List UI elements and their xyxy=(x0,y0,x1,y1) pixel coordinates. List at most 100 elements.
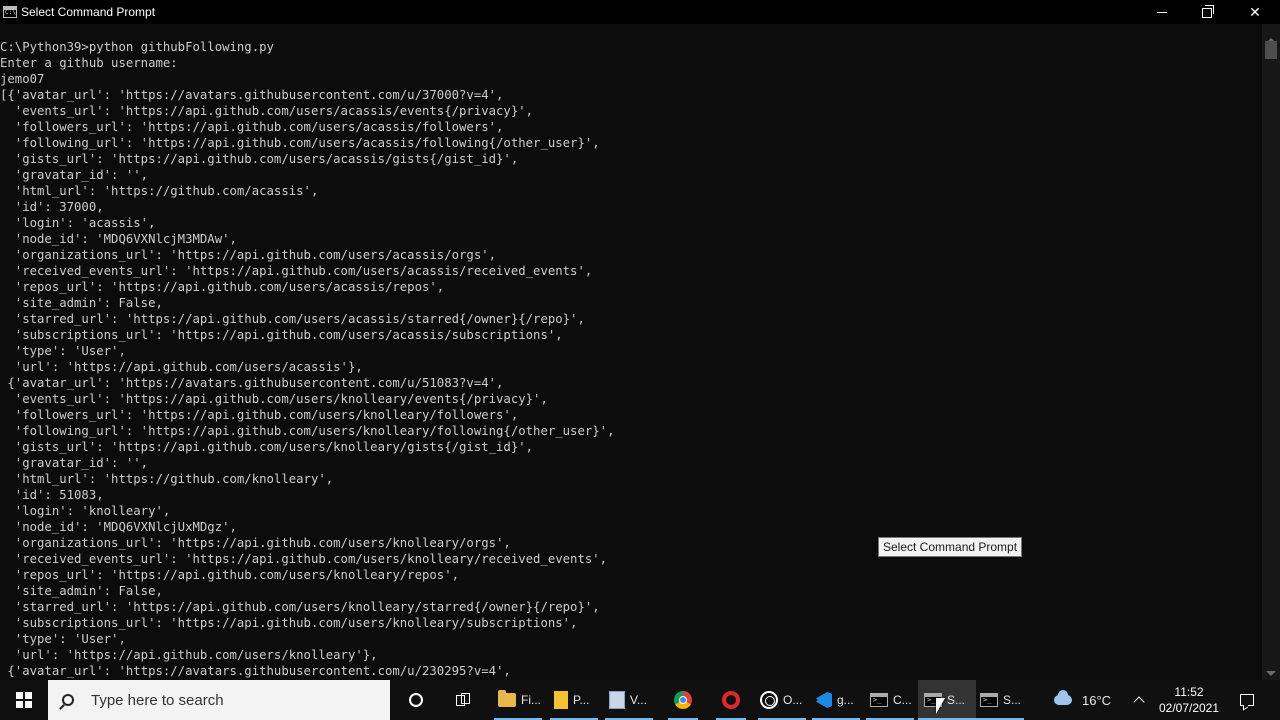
console-line: 'following_url': 'https://api.github.com… xyxy=(0,136,600,150)
console-line: 'starred_url': 'https://api.github.com/u… xyxy=(0,600,600,614)
app-label: V... xyxy=(630,693,647,707)
action-center-button[interactable] xyxy=(1236,680,1258,720)
console-line: 'gravatar_id': '', xyxy=(0,456,149,470)
start-button[interactable] xyxy=(0,680,48,720)
taskbar-app-vscode[interactable]: g... xyxy=(810,680,868,720)
title-bar[interactable]: Select Command Prompt ✕ xyxy=(0,0,1280,24)
taskbar-app-chrome[interactable] xyxy=(666,680,700,720)
clock[interactable]: 11:52 02/07/2021 xyxy=(1150,680,1228,720)
taskbar-search[interactable] xyxy=(48,680,390,720)
taskbar: Fi... P... V... O... g... C... S... xyxy=(0,680,1280,720)
console-line: 'node_id': 'MDQ6VXNlcjUxMDgz', xyxy=(0,520,237,534)
document-icon xyxy=(609,691,625,709)
console-text: C:\Python39>python githubFollowing.py Ent… xyxy=(0,39,614,679)
console-line: 'id': 51083, xyxy=(0,488,104,502)
vertical-scrollbar[interactable] xyxy=(1262,24,1280,680)
console-line: 'site_admin': False, xyxy=(0,296,163,310)
console-line: 'site_admin': False, xyxy=(0,584,163,598)
close-icon: ✕ xyxy=(1249,3,1261,20)
app-label: C... xyxy=(893,693,912,707)
console-line: 'type': 'User', xyxy=(0,632,126,646)
search-icon xyxy=(62,694,74,706)
app-label: S... xyxy=(947,693,966,707)
taskbar-app-v[interactable]: V... xyxy=(603,680,661,720)
taskbar-app-p[interactable]: P... xyxy=(548,680,606,720)
console-line: 'login': 'knolleary', xyxy=(0,504,171,518)
console-line: 'html_url': 'https://github.com/knollear… xyxy=(0,472,334,486)
console-line: {'avatar_url': 'https://avatars.githubus… xyxy=(0,376,504,390)
console-line: 'node_id': 'MDQ6VXNlcjM3MDAw', xyxy=(0,232,237,246)
opera-icon xyxy=(722,691,740,709)
windows-logo-icon xyxy=(16,692,32,708)
taskbar-app-cmd-1[interactable]: C... xyxy=(864,680,922,720)
cmd-icon xyxy=(3,6,17,18)
console-line: [{'avatar_url': 'https://avatars.githubu… xyxy=(0,88,504,102)
file-icon xyxy=(554,691,568,709)
console-line: 'url': 'https://api.github.com/users/aca… xyxy=(0,360,363,374)
vscode-icon xyxy=(816,692,832,708)
task-view-button[interactable] xyxy=(452,680,474,720)
notification-icon xyxy=(1240,694,1254,706)
show-hidden-icons-button[interactable] xyxy=(1130,680,1148,720)
console-line: jemo07 xyxy=(0,72,45,86)
weather-temp: 16°C xyxy=(1082,692,1112,708)
search-input[interactable] xyxy=(89,690,383,710)
task-view-icon xyxy=(456,693,470,707)
clock-time: 11:52 xyxy=(1174,685,1204,699)
scroll-down-icon[interactable] xyxy=(1266,671,1276,676)
console-line: 'followers_url': 'https://api.github.com… xyxy=(0,408,519,422)
console-line: 'repos_url': 'https://api.github.com/use… xyxy=(0,568,460,582)
taskbar-app-obs[interactable]: O... xyxy=(756,680,812,720)
restore-button[interactable] xyxy=(1185,0,1231,24)
chevron-up-icon xyxy=(1133,696,1145,708)
console-line: 'gists_url': 'https://api.github.com/use… xyxy=(0,152,519,166)
restore-icon xyxy=(1202,5,1214,18)
weather-widget[interactable]: 16°C xyxy=(1054,680,1124,720)
console-line: 'events_url': 'https://api.github.com/us… xyxy=(0,392,548,406)
taskbar-app-file-explorer[interactable]: Fi... xyxy=(492,680,550,720)
folder-icon xyxy=(498,690,516,707)
console-line: 'login': 'acassis', xyxy=(0,216,156,230)
console-line: 'url': 'https://api.github.com/users/kno… xyxy=(0,648,378,662)
taskbar-app-opera[interactable] xyxy=(714,680,748,720)
app-label: O... xyxy=(783,693,803,707)
app-label: Fi... xyxy=(521,693,541,707)
console-line: 'id': 37000, xyxy=(0,200,104,214)
console-line: 'organizations_url': 'https://api.github… xyxy=(0,248,497,262)
console-line: C:\Python39>python githubFollowing.py xyxy=(0,40,274,54)
console-line: 'gravatar_id': '', xyxy=(0,168,149,182)
console-line: 'received_events_url': 'https://api.gith… xyxy=(0,552,608,566)
cloud-icon xyxy=(1054,690,1072,705)
console-line: {'avatar_url': 'https://avatars.githubus… xyxy=(0,664,511,678)
taskbar-app-cmd-2[interactable]: S... xyxy=(918,680,976,720)
console-line: 'followers_url': 'https://api.github.com… xyxy=(0,120,504,134)
console-line: 'received_events_url': 'https://api.gith… xyxy=(0,264,593,278)
minimize-button[interactable] xyxy=(1139,0,1185,24)
clock-date: 02/07/2021 xyxy=(1158,701,1220,715)
cmd-icon xyxy=(980,693,998,707)
chrome-icon xyxy=(674,691,692,709)
cortana-icon xyxy=(409,693,423,707)
mouse-cursor-icon xyxy=(936,698,945,714)
console-line: 'starred_url': 'https://api.github.com/u… xyxy=(0,312,585,326)
app-label: S... xyxy=(1003,693,1022,707)
console-line: 'subscriptions_url': 'https://api.github… xyxy=(0,328,563,342)
console-output[interactable]: C:\Python39>python githubFollowing.py Ent… xyxy=(0,24,1262,680)
console-line: 'html_url': 'https://github.com/acassis'… xyxy=(0,184,319,198)
console-line: 'following_url': 'https://api.github.com… xyxy=(0,424,615,438)
close-button[interactable]: ✕ xyxy=(1232,0,1278,24)
app-label: P... xyxy=(573,693,590,707)
console-line: 'subscriptions_url': 'https://api.github… xyxy=(0,616,578,630)
cmd-icon xyxy=(870,693,888,707)
minimize-icon xyxy=(1157,11,1167,13)
cortana-button[interactable] xyxy=(405,680,427,720)
console-line: 'organizations_url': 'https://api.github… xyxy=(0,536,511,550)
console-line: 'gists_url': 'https://api.github.com/use… xyxy=(0,440,534,454)
console-line: 'events_url': 'https://api.github.com/us… xyxy=(0,104,534,118)
scroll-thumb[interactable] xyxy=(1265,41,1277,59)
taskbar-app-cmd-3[interactable]: S... xyxy=(974,680,1032,720)
taskbar-tooltip: Select Command Prompt xyxy=(878,537,1023,557)
obs-icon xyxy=(760,691,778,709)
console-line: Enter a github username: xyxy=(0,56,178,70)
app-label: g... xyxy=(837,693,854,707)
